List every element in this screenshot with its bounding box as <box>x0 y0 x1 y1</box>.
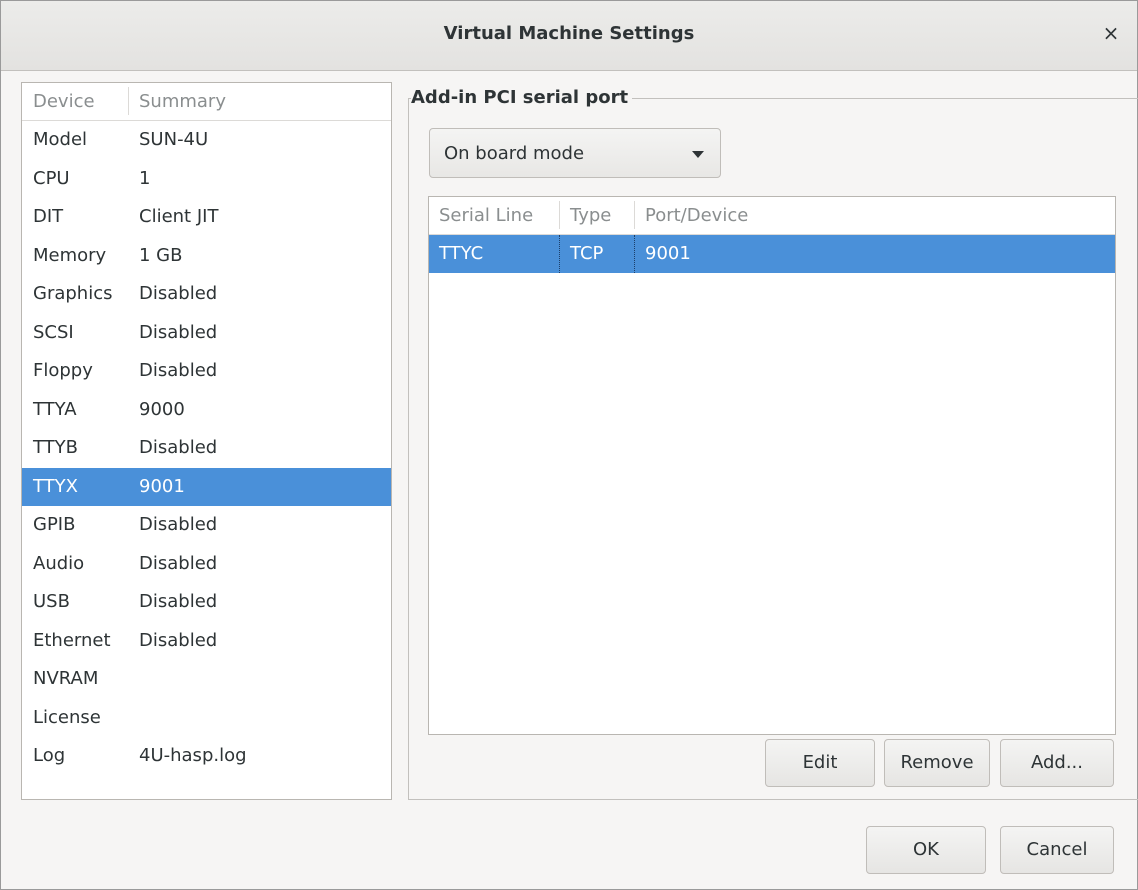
device-name: TTYX <box>33 475 78 497</box>
device-summary: Disabled <box>139 283 218 304</box>
device-row-ttyx[interactable]: TTYX 9001 <box>22 467 391 506</box>
device-name: NVRAM <box>33 668 99 689</box>
remove-button[interactable]: Remove <box>884 739 990 787</box>
device-name: Floppy <box>33 360 93 381</box>
column-header-type[interactable]: Type <box>570 205 611 226</box>
device-name: CPU <box>33 167 70 189</box>
edit-button[interactable]: Edit <box>765 739 875 787</box>
device-row-gpib[interactable]: GPIB Disabled <box>22 506 391 545</box>
device-summary: Disabled <box>139 437 218 458</box>
device-row-audio[interactable]: Audio Disabled <box>22 545 391 584</box>
device-summary: Disabled <box>139 321 218 343</box>
cell-type: TCP <box>570 243 604 264</box>
device-name: Ethernet <box>33 629 111 651</box>
serial-port-table[interactable]: Serial Line Type Port/Device TTYC TCP 90… <box>428 196 1116 735</box>
device-name: Log <box>33 745 66 766</box>
device-summary: 9001 <box>139 475 185 497</box>
device-name: GPIB <box>33 514 76 535</box>
device-summary: 1 <box>139 167 151 189</box>
device-name: Model <box>33 129 88 150</box>
device-row-floppy[interactable]: Floppy Disabled <box>22 352 391 391</box>
dropdown-arrow-icon <box>692 151 704 158</box>
device-row-ttya[interactable]: TTYA 9000 <box>22 391 391 430</box>
device-summary: Disabled <box>139 360 218 381</box>
device-rows: Model SUN-4U CPU 1 DIT Client JIT Memory 1 GB Gr… <box>22 121 391 776</box>
column-header-device[interactable]: Device <box>33 91 95 112</box>
device-summary: 1 GB <box>139 244 183 266</box>
device-list[interactable]: Device Summary Model SUN-4U CPU 1 DIT Client … <box>21 82 392 800</box>
device-summary: Client JIT <box>139 206 219 227</box>
ok-button[interactable]: OK <box>866 826 986 874</box>
device-summary: Disabled <box>139 591 218 612</box>
column-header-summary[interactable]: Summary <box>139 91 226 112</box>
device-summary: Disabled <box>139 514 218 535</box>
device-row-log[interactable]: Log 4U-hasp.log <box>22 737 391 776</box>
serial-table-header: Serial Line Type Port/Device <box>429 197 1115 235</box>
mode-select-value: On board mode <box>444 143 585 164</box>
cancel-button[interactable]: Cancel <box>1000 826 1114 874</box>
device-row-license[interactable]: License <box>22 699 391 738</box>
device-name: License <box>33 706 101 728</box>
column-header-port-device[interactable]: Port/Device <box>645 205 748 226</box>
device-summary: Disabled <box>139 552 218 574</box>
device-row-ttyb[interactable]: TTYB Disabled <box>22 429 391 468</box>
device-row-ethernet[interactable]: Ethernet Disabled <box>22 622 391 661</box>
device-name: DIT <box>33 206 64 227</box>
dialog-title: Virtual Machine Settings <box>443 23 695 44</box>
group-label: Add-in PCI serial port <box>411 87 633 108</box>
device-name: Graphics <box>33 283 113 304</box>
device-name: TTYB <box>33 437 79 458</box>
device-name: Memory <box>33 244 107 266</box>
device-row-model[interactable]: Model SUN-4U <box>22 121 391 160</box>
device-summary: SUN-4U <box>139 129 209 150</box>
device-name: USB <box>33 591 70 612</box>
add-button[interactable]: Add... <box>1000 739 1114 787</box>
mode-select[interactable]: On board mode <box>429 128 721 178</box>
close-icon[interactable]: × <box>1099 21 1123 45</box>
device-row-graphics[interactable]: Graphics Disabled <box>22 275 391 314</box>
device-row-cpu[interactable]: CPU 1 <box>22 160 391 199</box>
device-row-nvram[interactable]: NVRAM <box>22 660 391 699</box>
device-summary: 4U-hasp.log <box>139 745 247 766</box>
device-row-memory[interactable]: Memory 1 GB <box>22 237 391 276</box>
cell-serial-line: TTYC <box>439 243 484 264</box>
cell-port-device: 9001 <box>645 243 691 264</box>
device-name: Audio <box>33 552 85 574</box>
device-row-usb[interactable]: USB Disabled <box>22 583 391 622</box>
device-list-header: Device Summary <box>22 83 391 121</box>
device-row-scsi[interactable]: SCSI Disabled <box>22 314 391 353</box>
column-header-serial-line[interactable]: Serial Line <box>439 205 533 226</box>
device-summary: 9000 <box>139 398 185 420</box>
table-row[interactable]: TTYC TCP 9001 <box>429 235 1115 273</box>
device-name: TTYA <box>33 398 77 420</box>
device-row-dit[interactable]: DIT Client JIT <box>22 198 391 237</box>
title-bar[interactable]: Virtual Machine Settings × <box>1 1 1137 71</box>
device-name: SCSI <box>33 321 74 343</box>
device-summary: Disabled <box>139 629 218 651</box>
